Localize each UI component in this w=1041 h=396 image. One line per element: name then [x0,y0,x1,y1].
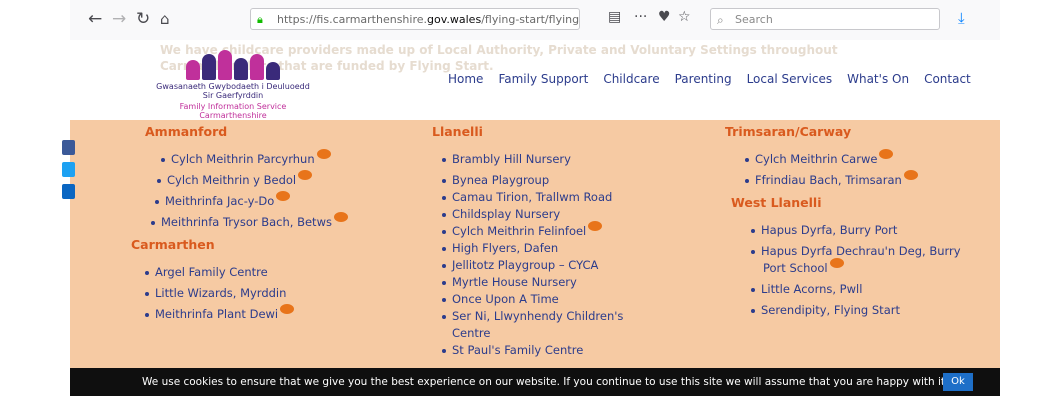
heading-llanelli: Llanelli [432,124,483,139]
main-menu: Home Family Support Childcare Parenting … [448,72,971,86]
list-item[interactable]: Ser Ni, Llwynhendy Children's Centre [442,308,623,342]
logo-line-3: Family Information Service [179,102,287,111]
search-icon: ⌕ [717,13,724,27]
back-arrow-icon[interactable]: ← [88,9,102,29]
list-item[interactable]: Little Wizards, Myrddin [145,285,348,302]
list-item[interactable]: Brambly Hill Nursery [442,151,623,168]
column-trimsaran-west-llanelli: Trimsaran/Carway Cylch Meithrin Carwe Ff… [725,124,961,323]
url-bar[interactable]: 🔒︎ https://fis.carmarthenshire.gov.wales… [250,8,580,30]
url-domain: gov.wales [427,13,482,26]
url-prefix: https://fis.carmarthenshire. [277,13,428,26]
page-actions-icon[interactable]: ··· [634,9,647,25]
menu-item-local-services[interactable]: Local Services [747,72,833,86]
logo-line-2: Sir Gaerfyrddin [202,91,264,100]
email-share-icon[interactable] [62,184,75,199]
speech-bubble-icon [276,191,291,201]
list-llanelli: Brambly Hill Nursery Bynea Playgroup Cam… [442,151,623,359]
list-item[interactable]: Cylch Meithrin y Bedol [145,170,348,189]
browser-toolbar: ← → ↻ ⌂ 🔒︎ https://fis.carmarthenshire.g… [70,0,1000,41]
list-item[interactable]: Hapus Dyrfa Dechrau'n Deg, Burry Port Sch… [751,243,961,277]
list-item[interactable]: Ffrindiau Bach, Trimsaran [745,170,961,189]
speech-bubble-icon [298,170,313,180]
list-west-llanelli: Hapus Dyrfa, Burry Port Hapus Dyrfa Dech… [751,222,961,319]
pocket-icon[interactable]: ♥ [658,9,671,25]
site-header: We have childcare providers made up of L… [70,40,1000,120]
list-item[interactable]: Camau Tirion, Trallwm Road [442,189,623,206]
speech-bubble-icon [588,221,603,231]
forward-arrow-icon[interactable]: → [112,9,126,29]
column-llanelli: Llanelli Brambly Hill Nursery Bynea Play… [432,124,623,359]
home-icon[interactable]: ⌂ [160,9,170,29]
download-icon[interactable]: ⤓ [958,9,965,27]
reload-icon[interactable]: ↻ [136,9,150,29]
list-item[interactable]: Little Acorns, Pwll [751,281,961,298]
speech-bubble-icon [280,304,295,314]
twitter-icon[interactable] [62,162,75,177]
list-item[interactable]: Once Upon A Time [442,291,623,308]
lock-icon: 🔒︎ [257,13,263,26]
browser-window: ← → ↻ ⌂ 🔒︎ https://fis.carmarthenshire.g… [62,0,1000,396]
list-item[interactable]: Cylch Meithrin Felinfoel [442,221,623,240]
speech-bubble-icon [879,149,894,159]
menu-item-contact[interactable]: Contact [924,72,971,86]
cookie-banner: We use cookies to ensure that we give yo… [70,368,1000,396]
logo-line-4: Carmarthenshire [199,111,267,120]
list-carmarthen: Argel Family Centre Little Wizards, Myrd… [145,264,348,323]
heading-carmarthen: Carmarthen [131,237,215,252]
list-item[interactable]: Cylch Meithrin Parcyrhun [145,149,348,168]
list-item[interactable]: Bynea Playgroup [442,172,623,189]
list-item[interactable]: High Flyers, Dafen [442,240,623,257]
list-item[interactable]: St Paul's Family Centre [442,342,623,359]
menu-item-childcare[interactable]: Childcare [603,72,659,86]
search-input[interactable]: ⌕ Search [710,8,940,30]
list-item-wrap: Centre [452,326,491,340]
list-item[interactable]: Cylch Meithrin Carwe [745,149,961,168]
cookie-ok-button[interactable]: Ok [943,373,973,391]
speech-bubble-icon [316,149,331,159]
speech-bubble-icon [829,258,844,268]
list-item[interactable]: Meithrinfa Plant Dewi [145,304,348,323]
menu-item-family-support[interactable]: Family Support [498,72,588,86]
bookmark-star-icon[interactable]: ☆ [678,9,691,25]
list-item[interactable]: Serendipity, Flying Start [751,302,961,319]
facebook-icon[interactable] [62,140,75,155]
heading-ammanford: Ammanford [145,124,228,139]
logo-line-1: Gwasanaeth Gwybodaeth i Deuluoedd [156,82,310,91]
reader-view-icon[interactable]: ▤ [608,9,621,25]
menu-item-home[interactable]: Home [448,72,483,86]
speech-bubble-icon [903,170,918,180]
list-item[interactable]: Meithrinfa Trysor Bach, Betws [145,212,348,231]
heading-west-llanelli: West Llanelli [731,195,822,210]
heading-trimsaran: Trimsaran/Carway [725,124,852,139]
list-item[interactable]: Meithrinfa Jac-y-Do [145,191,348,210]
speech-bubble-icon [333,212,348,222]
site-logo[interactable]: Gwasanaeth Gwybodaeth i Deuluoedd Sir Ga… [128,46,338,120]
column-ammanford-carmarthen: Ammanford Cylch Meithrin Parcyrhun Cylch… [131,124,348,327]
list-item[interactable]: Argel Family Centre [145,264,348,281]
url-suffix: /flying-start/flying-start-chil [481,13,580,26]
menu-item-parenting[interactable]: Parenting [675,72,732,86]
cookie-text: We use cookies to ensure that we give yo… [142,376,949,388]
list-item[interactable]: Hapus Dyrfa, Burry Port [751,222,961,239]
search-placeholder: Search [735,13,773,26]
list-item-wrap: Port School [763,261,828,275]
list-item[interactable]: Jellitotz Playgroup – CYCA [442,257,623,274]
list-trimsaran: Cylch Meithrin Carwe Ffrindiau Bach, Tri… [745,149,961,189]
family-figures-icon [128,46,338,80]
menu-item-whats-on[interactable]: What's On [847,72,909,86]
list-item[interactable]: Myrtle House Nursery [442,274,623,291]
main-content: Ammanford Cylch Meithrin Parcyrhun Cylch… [62,120,1000,370]
list-ammanford: Cylch Meithrin Parcyrhun Cylch Meithrin … [145,149,348,231]
